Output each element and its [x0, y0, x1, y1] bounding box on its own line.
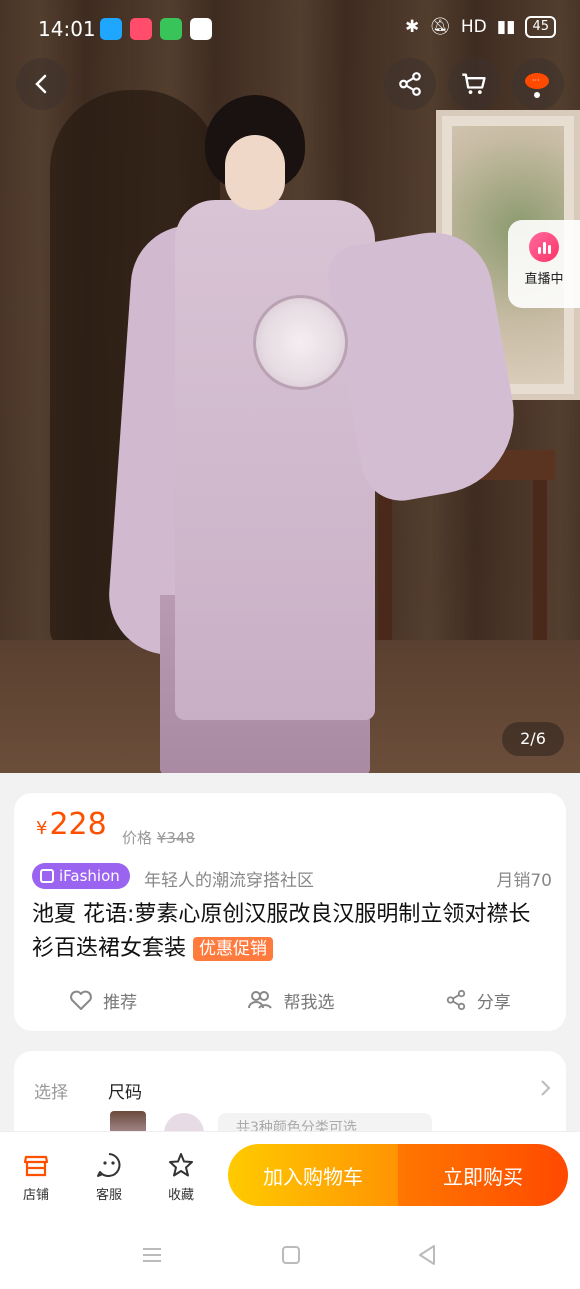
favorite-label: 收藏	[167, 1188, 194, 1203]
help-choose-label: 帮我选	[283, 992, 335, 1013]
customer-service-button[interactable]: 客服	[79, 1150, 139, 1203]
monthly-sales: 月销70	[496, 871, 552, 891]
home-icon[interactable]	[279, 1243, 303, 1267]
store-button[interactable]: 店铺	[6, 1150, 66, 1203]
brand-row: iFashion 年轻人的潮流穿搭社区 月销70	[32, 863, 552, 891]
brand-badge[interactable]: iFashion	[32, 863, 130, 889]
signal-icon: ▮▮	[496, 17, 516, 37]
add-to-cart-button[interactable]: 加入购物车	[228, 1144, 398, 1206]
store-icon	[23, 1155, 49, 1177]
status-time: 14:01	[38, 17, 96, 41]
share-icon	[446, 989, 465, 1011]
original-price: 价格 ¥348	[122, 827, 195, 848]
system-nav-bar	[0, 1221, 580, 1289]
original-price-value: ¥348	[156, 829, 195, 847]
select-value: 尺码	[108, 1083, 142, 1103]
live-label: 直播中	[524, 272, 564, 287]
heart-icon	[70, 990, 93, 1010]
ifashion-logo-icon	[40, 869, 54, 883]
product-title-text: 池夏 花语:萝素心原创汉服改良汉服明制立领对襟长衫百迭裙女套装	[32, 902, 531, 961]
promo-badge[interactable]: 优惠促销	[193, 937, 274, 961]
product-actions: 推荐 帮我选 分享	[14, 985, 566, 1015]
mute-icon: 🔕︎	[429, 17, 451, 37]
image-pager: 2/6	[502, 722, 564, 756]
back-nav-icon[interactable]	[415, 1243, 439, 1267]
people-icon	[248, 991, 273, 1009]
menu-icon[interactable]	[140, 1243, 164, 1267]
product-title: 池夏 花语:萝素心原创汉服改良汉服明制立领对襟长衫百迭裙女套装 优惠促销	[32, 898, 552, 966]
share-button[interactable]	[384, 58, 436, 110]
brand-slogan: 年轻人的潮流穿搭社区	[144, 871, 314, 891]
model-figure	[105, 95, 527, 773]
recommend-button[interactable]: 推荐	[69, 985, 137, 1015]
network-label: HD	[460, 17, 487, 37]
sku-selector[interactable]: 选择 尺码 共3种颜色分类可选	[14, 1051, 566, 1141]
notification-icons	[100, 18, 212, 40]
chevron-right-icon	[541, 1080, 551, 1096]
live-stream-button[interactable]: 直播中	[508, 220, 580, 308]
brand-label: iFashion	[59, 867, 120, 885]
select-label: 选择	[34, 1083, 68, 1103]
share-label: 分享	[476, 992, 511, 1013]
cart-button[interactable]	[448, 58, 500, 110]
chat-face-icon	[97, 1153, 121, 1177]
video-app-icon	[130, 18, 152, 40]
store-label: 店铺	[22, 1188, 49, 1203]
help-choose-button[interactable]: 帮我选	[247, 985, 334, 1015]
more-icon: ···	[525, 73, 549, 98]
price: ¥ 228	[36, 807, 107, 842]
price-currency: ¥	[36, 818, 48, 839]
more-button[interactable]: ···	[512, 58, 564, 110]
back-button[interactable]	[16, 58, 68, 110]
status-bar: 14:01 ✱ 🔕︎ HD ▮▮ 45	[0, 0, 580, 56]
share-icon	[399, 72, 421, 96]
buy-now-button[interactable]: 立即购买	[398, 1144, 568, 1206]
tv-app-icon	[160, 18, 182, 40]
product-image[interactable]	[0, 0, 580, 773]
original-price-label: 价格	[122, 829, 153, 847]
recommend-label: 推荐	[103, 992, 138, 1013]
star-icon	[169, 1153, 193, 1177]
product-info-card: ¥ 228 价格 ¥348 iFashion 年轻人的潮流穿搭社区 月销70 池…	[14, 793, 566, 1031]
status-right: ✱ 🔕︎ HD ▮▮ 45	[405, 16, 556, 38]
browser-app-icon	[190, 18, 212, 40]
qq-icon	[100, 18, 122, 40]
back-icon	[35, 74, 47, 94]
cart-icon	[462, 73, 486, 95]
bottom-action-bar: 店铺 客服 收藏 加入购物车 立即购买	[0, 1131, 580, 1221]
share-action-button[interactable]: 分享	[445, 985, 511, 1015]
bluetooth-icon: ✱	[405, 17, 420, 37]
customer-service-label: 客服	[95, 1188, 122, 1203]
favorite-button[interactable]: 收藏	[151, 1150, 211, 1203]
battery-icon: 45	[525, 16, 556, 38]
price-value: 228	[49, 807, 107, 842]
svg-text:···: ···	[532, 76, 540, 85]
live-icon	[529, 232, 559, 262]
